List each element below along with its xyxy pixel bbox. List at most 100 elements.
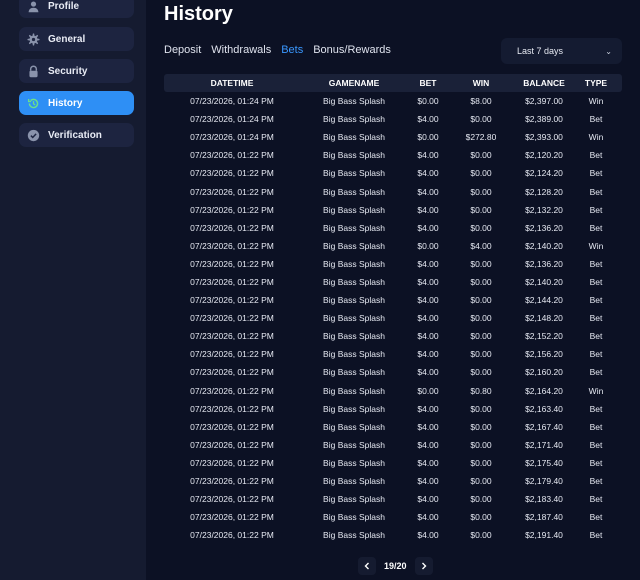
sidebar-item-label: Security bbox=[48, 65, 88, 77]
next-page-button[interactable] bbox=[414, 557, 433, 575]
column-header-win[interactable]: WIN bbox=[448, 78, 514, 88]
cell-bet: $0.00 bbox=[417, 96, 439, 107]
cell-datetime: 07/23/2026, 01:22 PM bbox=[190, 295, 274, 306]
column-header-type[interactable]: TYPE bbox=[574, 78, 618, 88]
column-header-datetime[interactable]: DATETIME bbox=[164, 78, 300, 88]
cell-gamename: Big Bass Splash bbox=[323, 240, 385, 251]
table-row: 07/23/2026, 01:22 PM Big Bass Splash $4.00… bbox=[164, 146, 622, 164]
cell-type: Bet bbox=[589, 367, 603, 378]
cell-datetime: 07/23/2026, 01:22 PM bbox=[190, 222, 274, 233]
main-content: History Deposit Withdrawals Bets Bonus/R… bbox=[146, 0, 640, 580]
chevron-left-icon bbox=[364, 562, 369, 570]
cell-win: $0.00 bbox=[470, 421, 492, 432]
tab-deposit[interactable]: Deposit bbox=[164, 44, 201, 56]
date-range-select[interactable]: Last 7 days ⌄ bbox=[501, 38, 622, 64]
cell-type: Bet bbox=[589, 494, 603, 505]
cell-balance: $2,140.20 bbox=[525, 240, 563, 251]
cell-gamename: Big Bass Splash bbox=[323, 313, 385, 324]
table-row: 07/23/2026, 01:22 PM Big Bass Splash $4.00… bbox=[164, 508, 622, 526]
cell-datetime: 07/23/2026, 01:22 PM bbox=[190, 150, 274, 161]
cell-gamename: Big Bass Splash bbox=[323, 295, 385, 306]
cell-bet: $4.00 bbox=[417, 530, 439, 541]
cell-datetime: 07/23/2026, 01:22 PM bbox=[190, 240, 274, 251]
sidebar-item-security[interactable]: Security bbox=[19, 59, 134, 83]
cell-win: $0.00 bbox=[470, 403, 492, 414]
cell-datetime: 07/23/2026, 01:22 PM bbox=[190, 403, 274, 414]
table-row: 07/23/2026, 01:22 PM Big Bass Splash $4.00… bbox=[164, 472, 622, 490]
tab-bonus-rewards[interactable]: Bonus/Rewards bbox=[313, 44, 391, 56]
table-row: 07/23/2026, 01:24 PM Big Bass Splash $0.00… bbox=[164, 128, 622, 146]
table-row: 07/23/2026, 01:22 PM Big Bass Splash $0.00… bbox=[164, 382, 622, 400]
cell-datetime: 07/23/2026, 01:22 PM bbox=[190, 186, 274, 197]
cell-datetime: 07/23/2026, 01:22 PM bbox=[190, 457, 274, 468]
table-row: 07/23/2026, 01:22 PM Big Bass Splash $4.00… bbox=[164, 526, 622, 544]
table-row: 07/23/2026, 01:22 PM Big Bass Splash $4.00… bbox=[164, 345, 622, 363]
prev-page-button[interactable] bbox=[358, 557, 376, 575]
table-row: 07/23/2026, 01:22 PM Big Bass Splash $4.00… bbox=[164, 273, 622, 291]
cell-gamename: Big Bass Splash bbox=[323, 457, 385, 468]
cell-datetime: 07/23/2026, 01:22 PM bbox=[190, 439, 274, 450]
cell-gamename: Big Bass Splash bbox=[323, 222, 385, 233]
bets-table: DATETIME GAMENAME BET WIN BALANCE TYPE 0… bbox=[164, 74, 622, 544]
cell-gamename: Big Bass Splash bbox=[323, 331, 385, 342]
cell-datetime: 07/23/2026, 01:22 PM bbox=[190, 476, 274, 487]
cell-gamename: Big Bass Splash bbox=[323, 186, 385, 197]
cell-type: Bet bbox=[589, 530, 603, 541]
cell-type: Bet bbox=[589, 222, 603, 233]
cell-datetime: 07/23/2026, 01:24 PM bbox=[190, 114, 274, 125]
cell-bet: $4.00 bbox=[417, 439, 439, 450]
cell-bet: $4.00 bbox=[417, 403, 439, 414]
cell-bet: $4.00 bbox=[417, 421, 439, 432]
column-header-bet[interactable]: BET bbox=[408, 78, 448, 88]
cell-datetime: 07/23/2026, 01:22 PM bbox=[190, 494, 274, 505]
cell-win: $0.00 bbox=[470, 313, 492, 324]
cell-win: $272.80 bbox=[465, 132, 497, 143]
cell-win: $0.00 bbox=[470, 349, 492, 360]
cell-bet: $4.00 bbox=[417, 349, 439, 360]
cell-win: $0.00 bbox=[470, 295, 492, 306]
cell-gamename: Big Bass Splash bbox=[323, 439, 385, 450]
sidebar-item-label: Verification bbox=[48, 129, 102, 141]
sidebar-item-verification[interactable]: Verification bbox=[19, 123, 134, 147]
tab-bets[interactable]: Bets bbox=[281, 44, 303, 56]
cell-type: Bet bbox=[589, 349, 603, 360]
cell-gamename: Big Bass Splash bbox=[323, 421, 385, 432]
sidebar-item-history[interactable]: History bbox=[19, 91, 134, 115]
cell-win: $0.00 bbox=[470, 367, 492, 378]
cell-datetime: 07/23/2026, 01:22 PM bbox=[190, 421, 274, 432]
cell-gamename: Big Bass Splash bbox=[323, 494, 385, 505]
cell-bet: $4.00 bbox=[417, 168, 439, 179]
table-row: 07/23/2026, 01:22 PM Big Bass Splash $4.00… bbox=[164, 219, 622, 237]
cell-bet: $4.00 bbox=[417, 114, 439, 125]
cell-bet: $4.00 bbox=[417, 258, 439, 269]
column-header-balance[interactable]: BALANCE bbox=[514, 78, 574, 88]
cell-type: Bet bbox=[589, 114, 603, 125]
cell-bet: $4.00 bbox=[417, 313, 439, 324]
cell-datetime: 07/23/2026, 01:22 PM bbox=[190, 276, 274, 287]
table-row: 07/23/2026, 01:22 PM Big Bass Splash $4.00… bbox=[164, 418, 622, 436]
cell-bet: $4.00 bbox=[417, 331, 439, 342]
sidebar-item-label: General bbox=[48, 33, 86, 45]
cell-balance: $2,136.20 bbox=[525, 222, 563, 233]
table-body: 07/23/2026, 01:24 PM Big Bass Splash $0.00… bbox=[164, 92, 622, 544]
page-title: History bbox=[164, 3, 233, 25]
cell-type: Bet bbox=[589, 186, 603, 197]
tab-withdrawals[interactable]: Withdrawals bbox=[211, 44, 271, 56]
cell-balance: $2,128.20 bbox=[525, 186, 563, 197]
sidebar-item-profile[interactable]: Profile bbox=[19, 0, 134, 18]
sidebar-item-general[interactable]: General bbox=[19, 27, 134, 51]
cell-balance: $2,179.40 bbox=[525, 476, 563, 487]
cell-bet: $4.00 bbox=[417, 457, 439, 468]
cell-gamename: Big Bass Splash bbox=[323, 349, 385, 360]
cell-bet: $0.00 bbox=[417, 240, 439, 251]
cell-win: $0.00 bbox=[470, 258, 492, 269]
cell-type: Bet bbox=[589, 150, 603, 161]
cell-type: Bet bbox=[589, 313, 603, 324]
cell-type: Bet bbox=[589, 168, 603, 179]
cell-win: $0.80 bbox=[470, 385, 492, 396]
cell-type: Bet bbox=[589, 512, 603, 523]
column-header-gamename[interactable]: GAMENAME bbox=[300, 78, 408, 88]
cell-balance: $2,175.40 bbox=[525, 457, 563, 468]
cell-win: $0.00 bbox=[470, 168, 492, 179]
table-row: 07/23/2026, 01:22 PM Big Bass Splash $4.00… bbox=[164, 327, 622, 345]
